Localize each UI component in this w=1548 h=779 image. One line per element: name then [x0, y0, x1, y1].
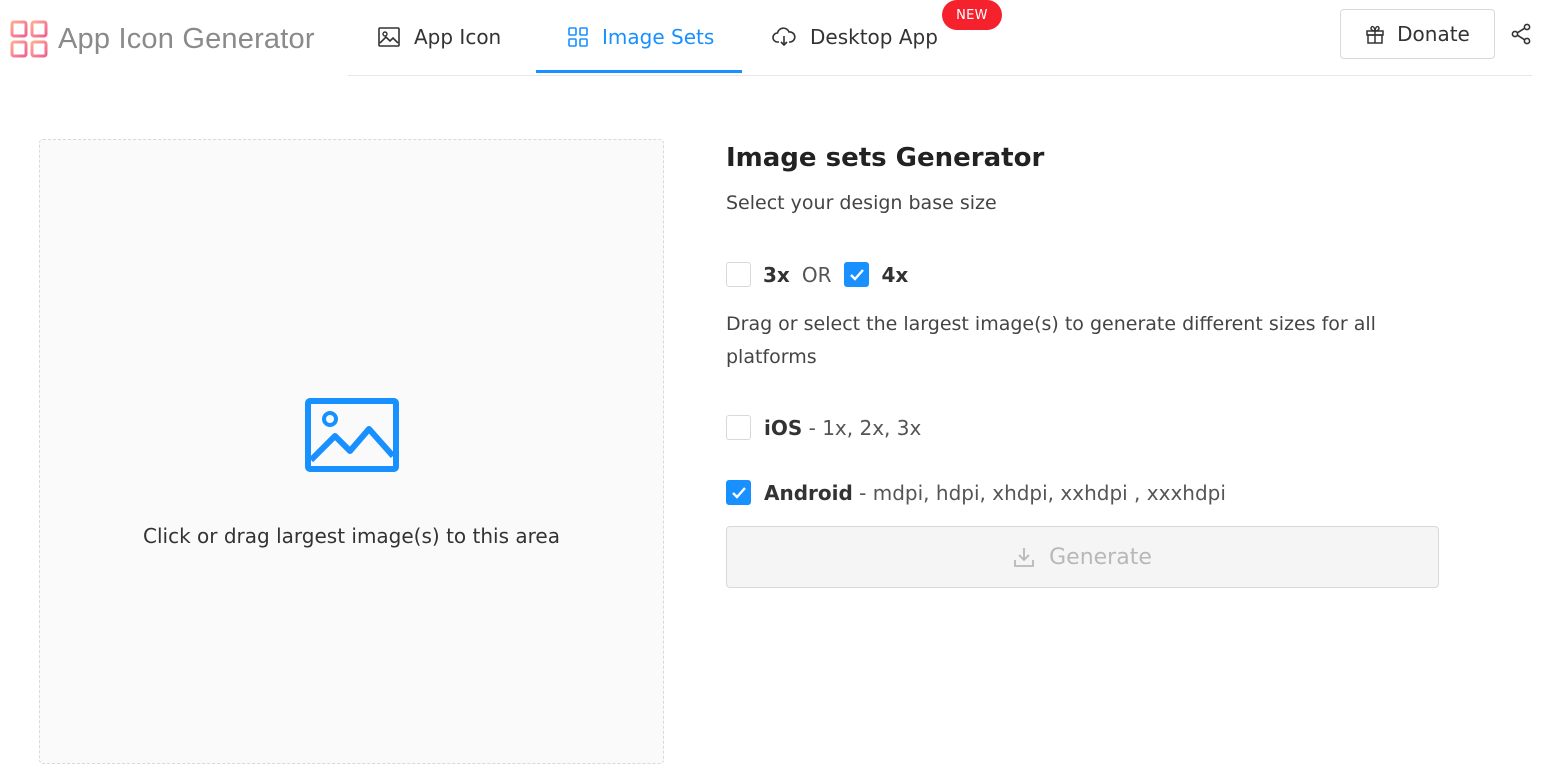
- checkbox-4x[interactable]: [844, 262, 870, 287]
- grid-icon: [568, 27, 588, 47]
- check-icon: [850, 268, 864, 281]
- panel-title: Image sets Generator: [726, 143, 1045, 173]
- checkbox-3x[interactable]: [726, 262, 751, 287]
- upload-dropzone[interactable]: Click or drag largest image(s) to this a…: [39, 139, 664, 764]
- generate-label: Generate: [1049, 544, 1152, 570]
- tab-label: Desktop App: [810, 25, 938, 49]
- tab-image-sets[interactable]: Image Sets: [536, 0, 742, 74]
- label-4x: 4x: [881, 262, 909, 287]
- tab-app-icon[interactable]: App Icon: [378, 0, 501, 74]
- label-3x: 3x: [763, 262, 790, 287]
- or-text: OR: [801, 262, 832, 287]
- platform-android-label: Android: [764, 480, 853, 505]
- platform-ios-row: iOS - 1x, 2x, 3x: [726, 415, 921, 440]
- checkbox-android[interactable]: [726, 480, 751, 505]
- base-size-row: 3x OR 4x: [726, 262, 908, 287]
- platform-ios-label: iOS: [764, 415, 803, 440]
- new-badge: NEW: [942, 0, 1002, 30]
- donate-button[interactable]: Donate: [1340, 9, 1495, 59]
- generator-panel: Image sets Generator Select your design …: [726, 140, 1438, 505]
- picture-icon: [305, 398, 399, 472]
- platform-android-row: Android - mdpi, hdpi, xhdpi, xxhdpi , xx…: [726, 480, 1226, 505]
- description-text: Drag or select the largest image(s) to g…: [726, 313, 1376, 368]
- platform-ios-sizes: - 1x, 2x, 3x: [802, 415, 922, 440]
- check-icon: [731, 486, 746, 499]
- platform-android-sizes: - mdpi, hdpi, xhdpi, xxhdpi , xxxhdpi: [852, 480, 1226, 505]
- app-title: App Icon Generator: [58, 22, 315, 55]
- download-icon: [1014, 548, 1035, 567]
- active-tab-indicator: [536, 70, 742, 73]
- logo-grid-icon: [10, 20, 48, 58]
- gift-icon: [1366, 25, 1384, 44]
- tab-label: Image Sets: [602, 25, 715, 49]
- dropzone-hint: Click or drag largest image(s) to this a…: [143, 524, 560, 548]
- tab-label: App Icon: [414, 25, 502, 49]
- cloud-download-icon: [772, 27, 796, 47]
- image-icon: [378, 27, 400, 47]
- logo[interactable]: App Icon Generator: [10, 20, 315, 58]
- checkbox-ios[interactable]: [726, 415, 751, 440]
- panel-subtitle: Select your design base size: [726, 192, 997, 214]
- donate-label: Donate: [1397, 22, 1470, 46]
- share-icon[interactable]: [1510, 23, 1532, 45]
- header: App Icon Generator App Icon Image Sets D…: [0, 0, 1548, 76]
- tab-desktop-app[interactable]: Desktop App: [772, 0, 938, 74]
- generate-button[interactable]: Generate: [726, 526, 1439, 588]
